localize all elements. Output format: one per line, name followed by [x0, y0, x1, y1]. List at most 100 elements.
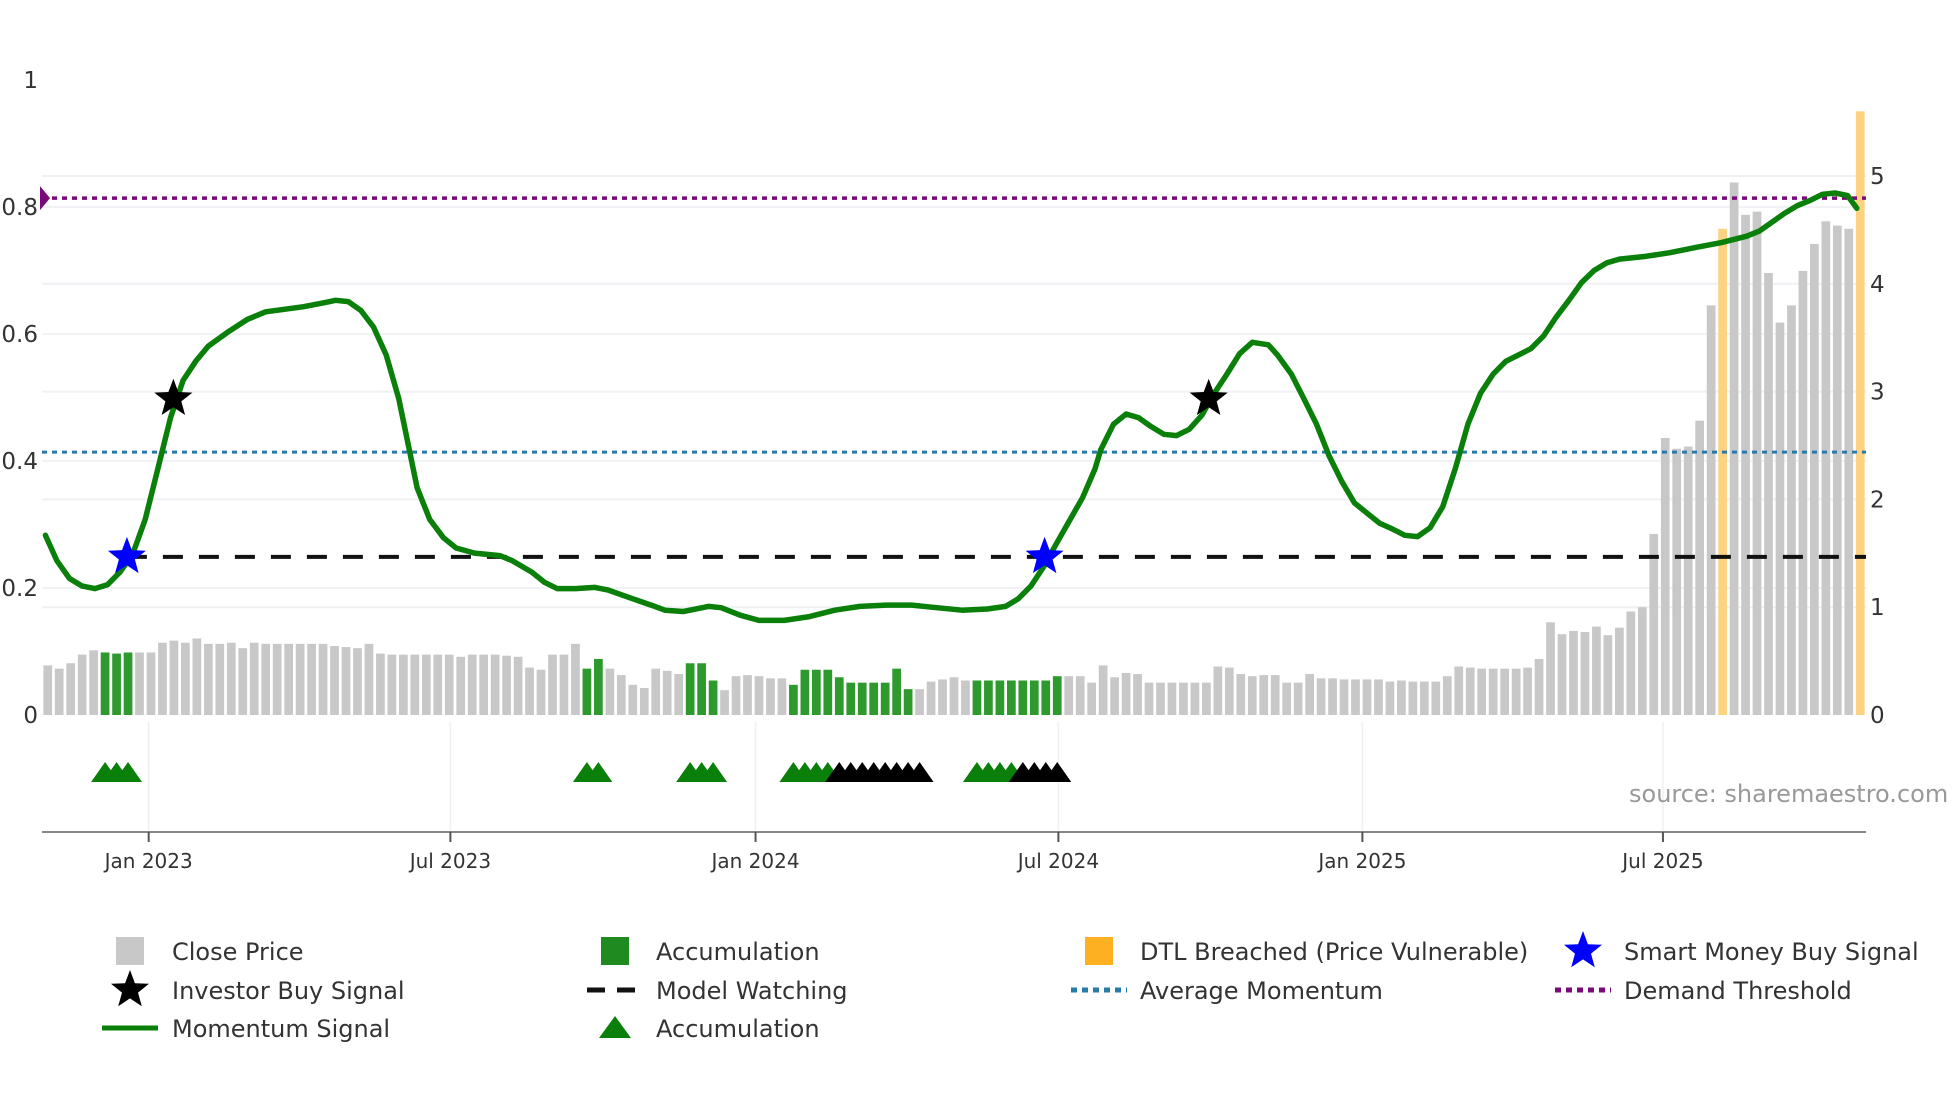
accumulation-bar — [123, 652, 133, 715]
black-star-icon — [111, 970, 149, 1007]
left-y-tick-label: 0 — [23, 703, 38, 729]
close-price-bar — [1764, 273, 1773, 715]
close-price-bar — [181, 642, 190, 715]
close-price-bar — [674, 674, 684, 715]
legend-label: DTL Breached (Price Vulnerable) — [1140, 938, 1528, 966]
close-price-bar — [54, 668, 64, 715]
close-price-bar — [536, 669, 546, 715]
close-price-bar — [1500, 668, 1510, 715]
close-price-bar — [1190, 682, 1200, 715]
left-y-tick-label: 0.4 — [1, 449, 38, 475]
close-price-bar — [1247, 676, 1257, 715]
price-bars — [43, 111, 1865, 716]
close-price-bar — [479, 654, 489, 715]
signal-markers — [91, 378, 1228, 782]
accumulation-bar — [1018, 680, 1028, 715]
reference-lines — [40, 186, 1866, 559]
legend-label: Demand Threshold — [1624, 977, 1852, 1005]
right-y-tick-label: 2 — [1870, 487, 1885, 513]
close-price-bar — [1110, 677, 1119, 715]
close-price-bar — [1374, 679, 1383, 715]
close-price-bar — [1213, 666, 1223, 715]
close-price-bar — [1511, 668, 1521, 715]
accumulation-bar — [708, 680, 718, 715]
close-price-bar — [1546, 622, 1555, 715]
legend-label: Smart Money Buy Signal — [1624, 938, 1919, 966]
accumulation-bar — [1052, 676, 1062, 715]
close-price-bar — [1328, 678, 1337, 715]
blue-star-icon — [1564, 931, 1602, 968]
close-price-bar — [1649, 533, 1659, 715]
close-price-bar — [1465, 667, 1475, 715]
accumulation-bar — [594, 658, 603, 715]
close-price-bar — [1385, 681, 1395, 715]
close-price-bar — [513, 656, 523, 715]
close-price-bar — [1695, 420, 1705, 715]
close-price-bar — [1397, 680, 1406, 715]
close-price-bar — [938, 679, 947, 715]
close-price-bar — [1316, 678, 1326, 715]
green-square-icon — [601, 937, 629, 965]
close-price-bar — [1064, 676, 1074, 715]
dtl-breached-bar — [1855, 111, 1865, 715]
right-y-tick-label: 3 — [1870, 380, 1885, 406]
close-price-bar — [66, 663, 76, 715]
close-price-bar — [1362, 679, 1372, 715]
accumulation-bar — [857, 682, 867, 715]
close-price-bar — [1523, 667, 1532, 715]
close-price-bar — [1534, 658, 1544, 715]
accumulation-bar — [984, 680, 993, 715]
close-price-bar — [639, 688, 649, 715]
right-y-tick-label: 4 — [1870, 272, 1885, 298]
accumulation-bar — [697, 663, 706, 715]
x-tick-label: Jul 2024 — [1016, 849, 1099, 873]
accumulation-bar — [892, 668, 902, 715]
left-y-tick-label: 1 — [23, 68, 38, 94]
legend-label: Accumulation — [656, 1015, 820, 1043]
close-price-bar — [146, 652, 156, 715]
close-price-bar — [1580, 631, 1590, 715]
close-price-bar — [502, 655, 511, 715]
close-price-bar — [1167, 682, 1177, 715]
close-price-bar — [284, 643, 294, 715]
close-price-bar — [571, 643, 580, 715]
close-price-bar — [1144, 682, 1154, 715]
close-price-bar — [525, 667, 534, 715]
close-price-bar — [467, 654, 477, 715]
close-price-bar — [1351, 679, 1360, 715]
close-price-bar — [398, 654, 408, 715]
legend-swatch — [601, 937, 629, 965]
close-price-bar — [1224, 667, 1234, 715]
accumulation-bar — [834, 677, 844, 715]
close-price-bar — [135, 652, 144, 715]
close-price-bar — [1339, 679, 1349, 715]
accumulation-bar — [100, 652, 110, 715]
close-price-bar — [490, 654, 500, 715]
accumulation-bar — [995, 680, 1005, 715]
close-price-bar — [364, 643, 374, 715]
smart-money-buy-star — [107, 536, 146, 574]
close-price-bar — [77, 654, 87, 715]
accumulation-bar — [789, 684, 798, 715]
legend-label: Close Price — [172, 938, 304, 966]
close-price-bar — [1603, 635, 1613, 715]
close-price-bar — [318, 643, 328, 715]
close-price-bar — [444, 654, 454, 715]
accumulation-bar — [800, 669, 810, 715]
close-price-bar — [203, 643, 213, 715]
close-price-bar — [1408, 681, 1418, 715]
close-price-bar — [1179, 682, 1188, 715]
accumulation-bar — [1029, 680, 1039, 715]
close-price-bar — [949, 677, 959, 715]
close-price-bar — [238, 648, 248, 715]
close-price-bar — [1706, 305, 1716, 715]
close-price-bar — [628, 684, 638, 715]
close-price-bar — [1098, 665, 1108, 715]
close-price-bar — [1637, 607, 1647, 715]
close-price-bar — [605, 668, 615, 715]
close-price-bar — [1075, 676, 1085, 715]
dtl-breached-bar — [1718, 228, 1727, 715]
close-price-bar — [559, 654, 569, 715]
close-price-bar — [307, 643, 316, 715]
accumulation-bar — [972, 680, 982, 715]
